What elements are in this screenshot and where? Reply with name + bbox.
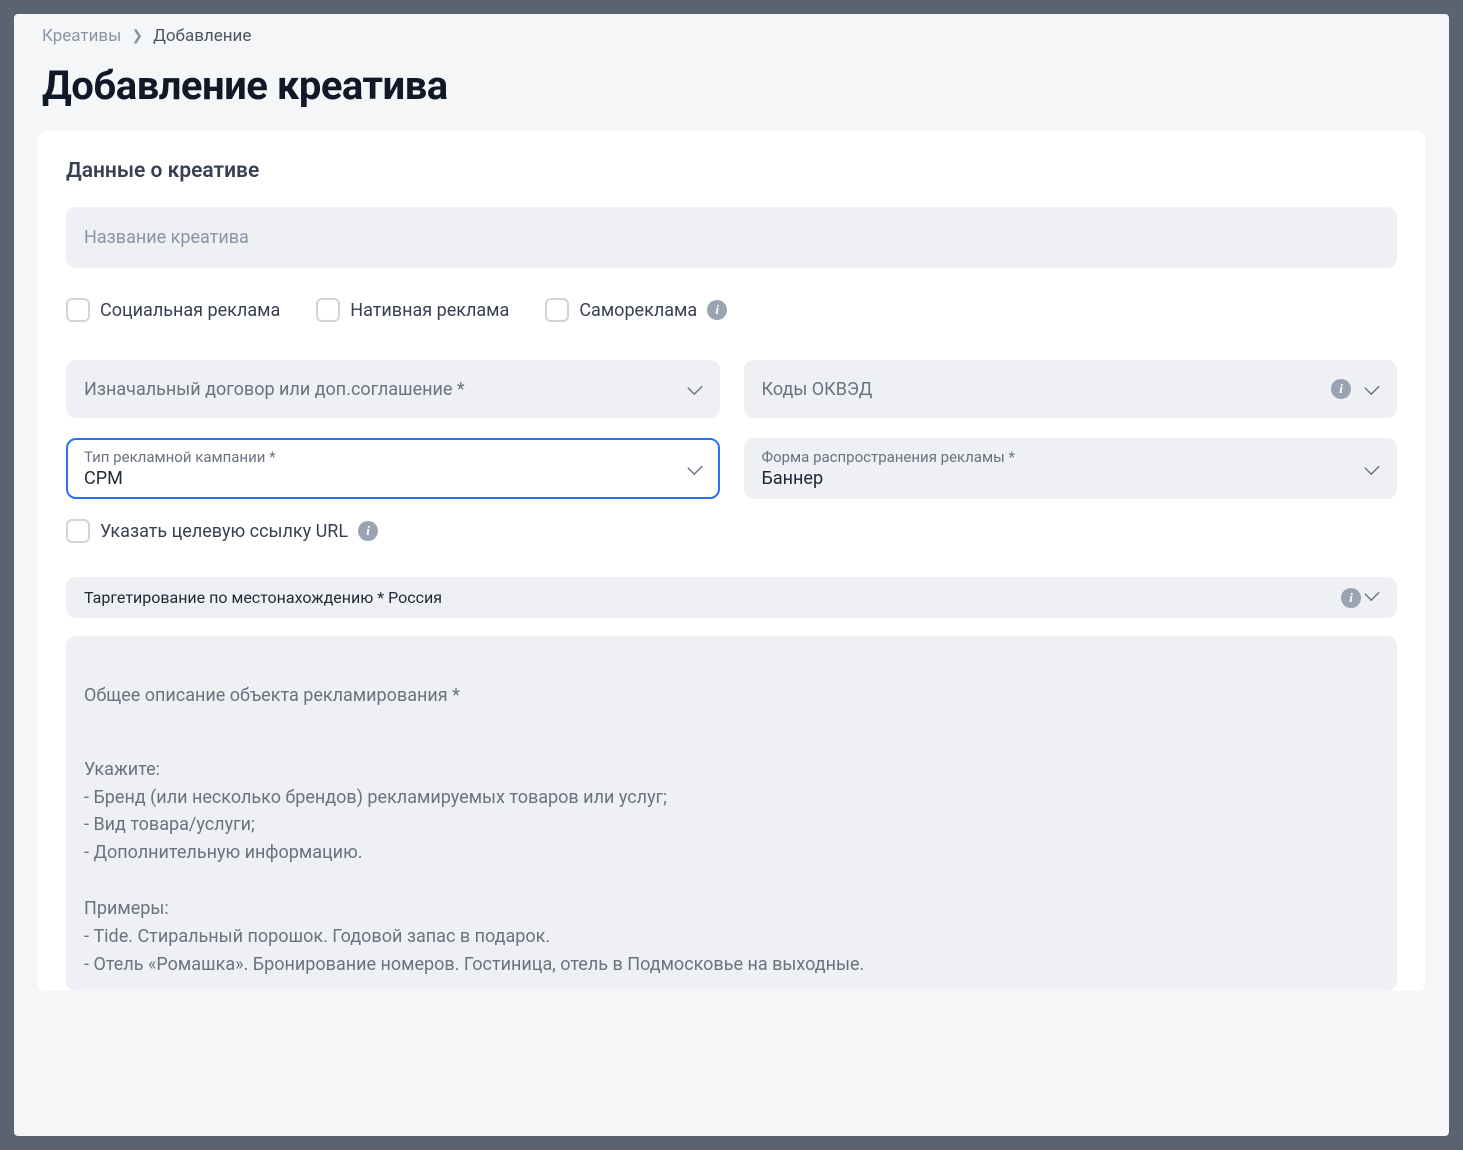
- select-okved[interactable]: Коды ОКВЭД i: [744, 360, 1398, 418]
- select-label: Таргетирование по местонахождению *: [84, 588, 384, 607]
- select-campaign-type[interactable]: Тип рекламной кампании * CPM: [66, 438, 720, 499]
- select-value: Россия: [388, 588, 442, 607]
- page-container: Креативы ❯ Добавление Добавление креатив…: [14, 14, 1449, 1136]
- chevron-down-icon: [1365, 462, 1379, 476]
- select-contract[interactable]: Изначальный договор или доп.соглашение *: [66, 360, 720, 418]
- select-distribution-form[interactable]: Форма распространения рекламы * Баннер: [744, 438, 1398, 499]
- checkbox-label: Нативная реклама: [350, 300, 509, 321]
- chevron-down-icon: [1365, 382, 1379, 396]
- ad-type-checkbox-row: Социальная реклама Нативная реклама Само…: [66, 298, 1397, 322]
- checkbox-icon: [66, 519, 90, 543]
- info-icon[interactable]: i: [1331, 379, 1351, 399]
- select-label: Форма распространения рекламы *: [762, 448, 1015, 466]
- checkbox-icon: [316, 298, 340, 322]
- page-title: Добавление креатива: [38, 48, 1425, 131]
- info-icon[interactable]: i: [358, 521, 378, 541]
- breadcrumb: Креативы ❯ Добавление: [38, 18, 1425, 48]
- description-textarea[interactable]: Общее описание объекта рекламирования * …: [66, 636, 1397, 991]
- checkbox-target-url[interactable]: Указать целевую ссылку URL i: [66, 519, 1397, 543]
- select-row-1: Изначальный договор или доп.соглашение *…: [66, 360, 1397, 418]
- select-row-2: Тип рекламной кампании * CPM Форма распр…: [66, 438, 1397, 499]
- creative-name-placeholder: Название креатива: [84, 227, 249, 248]
- textarea-label: Общее описание объекта рекламирования *: [84, 682, 1379, 710]
- breadcrumb-current: Добавление: [153, 26, 251, 46]
- creative-name-input[interactable]: Название креатива: [66, 207, 1397, 268]
- checkbox-icon: [545, 298, 569, 322]
- select-label: Коды ОКВЭД: [762, 379, 873, 400]
- breadcrumb-parent[interactable]: Креативы: [42, 26, 121, 46]
- checkbox-icon: [66, 298, 90, 322]
- chevron-down-icon: [688, 382, 702, 396]
- checkbox-social-ad[interactable]: Социальная реклама: [66, 298, 280, 322]
- checkbox-self-ad[interactable]: Самореклама i: [545, 298, 727, 322]
- checkbox-label: Социальная реклама: [100, 300, 280, 321]
- info-icon[interactable]: i: [1341, 588, 1361, 608]
- select-label: Изначальный договор или доп.соглашение *: [84, 379, 465, 400]
- textarea-placeholder: Укажите: - Бренд (или несколько брендов)…: [84, 759, 864, 975]
- chevron-down-icon: [688, 462, 702, 476]
- chevron-down-icon: [1365, 588, 1379, 602]
- select-geo-targeting[interactable]: Таргетирование по местонахождению * Росс…: [66, 577, 1397, 618]
- checkbox-label: Указать целевую ссылку URL: [100, 521, 348, 542]
- checkbox-label: Самореклама: [579, 300, 697, 321]
- select-label: Тип рекламной кампании *: [84, 448, 276, 466]
- select-value: Баннер: [762, 468, 1015, 489]
- section-title: Данные о креативе: [66, 159, 1397, 183]
- form-card: Данные о креативе Название креатива Соци…: [38, 131, 1425, 991]
- select-value: CPM: [84, 468, 276, 489]
- chevron-right-icon: ❯: [131, 28, 143, 44]
- checkbox-native-ad[interactable]: Нативная реклама: [316, 298, 509, 322]
- info-icon[interactable]: i: [707, 300, 727, 320]
